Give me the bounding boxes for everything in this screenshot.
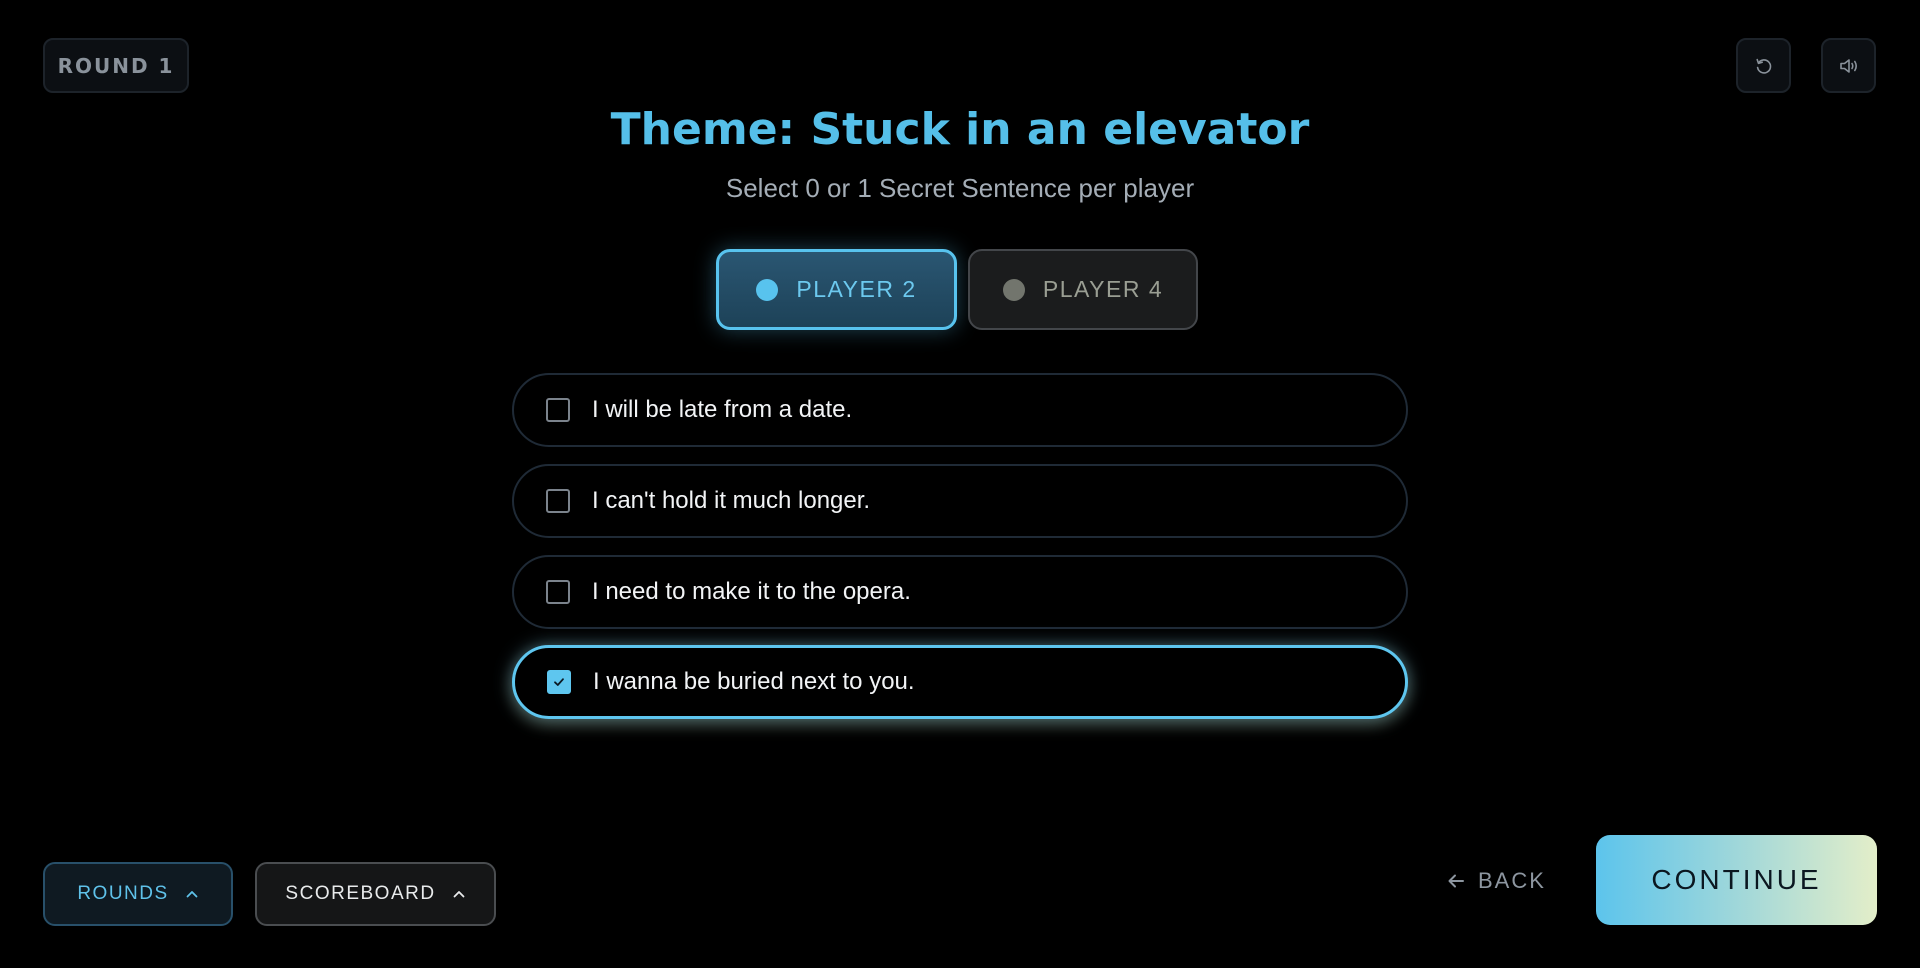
sentence-checkbox[interactable]: [546, 489, 570, 513]
sentence-checkbox-checked[interactable]: [547, 670, 571, 694]
sentence-text: I need to make it to the opera.: [592, 578, 911, 605]
arrow-left-icon: [1448, 874, 1464, 888]
player-tab-label: PLAYER 4: [1042, 276, 1164, 302]
page-title: Theme: Stuck in an elevator: [610, 104, 1310, 155]
sentence-option[interactable]: I can't hold it much longer.: [512, 464, 1408, 538]
reset-icon: [1755, 58, 1771, 74]
round-badge: ROUND 1: [43, 38, 189, 93]
scoreboard-label: SCOREBOARD: [285, 883, 436, 904]
player-status-dot: [756, 278, 779, 301]
sentence-text: I can't hold it much longer.: [592, 487, 871, 514]
check-icon: [554, 678, 564, 686]
back-label: BACK: [1478, 868, 1546, 893]
page-subtitle: Select 0 or 1 Secret Sentence per player: [725, 173, 1195, 203]
sentence-checkbox[interactable]: [546, 580, 570, 604]
speaker-icon: [1839, 58, 1857, 73]
reset-button[interactable]: [1736, 38, 1791, 93]
player-tab-2[interactable]: PLAYER 2: [716, 249, 957, 330]
game-screen: ROUND 1 Theme: Stuck in an elevator Sele…: [0, 0, 1920, 968]
player-tab-4[interactable]: PLAYER 4: [968, 249, 1198, 330]
player-status-dot: [1002, 278, 1025, 301]
sentence-option-selected[interactable]: I wanna be buried next to you.: [512, 645, 1408, 719]
sentence-text: I will be late from a date.: [592, 396, 853, 423]
sentence-checkbox[interactable]: [546, 398, 570, 422]
rounds-label: ROUNDS: [77, 883, 169, 904]
rounds-button[interactable]: ROUNDS: [43, 862, 233, 926]
continue-label: CONTINUE: [1651, 864, 1822, 895]
sentence-option[interactable]: I need to make it to the opera.: [512, 555, 1408, 629]
chevron-up-icon: [186, 891, 198, 898]
sentence-option[interactable]: I will be late from a date.: [512, 373, 1408, 447]
scoreboard-button[interactable]: SCOREBOARD: [255, 862, 496, 926]
continue-button[interactable]: CONTINUE: [1596, 835, 1877, 925]
player-tab-label: PLAYER 2: [796, 276, 917, 302]
sentence-text: I wanna be buried next to you.: [593, 668, 915, 695]
back-button[interactable]: BACK: [1446, 862, 1546, 900]
sound-button[interactable]: [1821, 38, 1876, 93]
chevron-up-icon: [453, 891, 464, 898]
